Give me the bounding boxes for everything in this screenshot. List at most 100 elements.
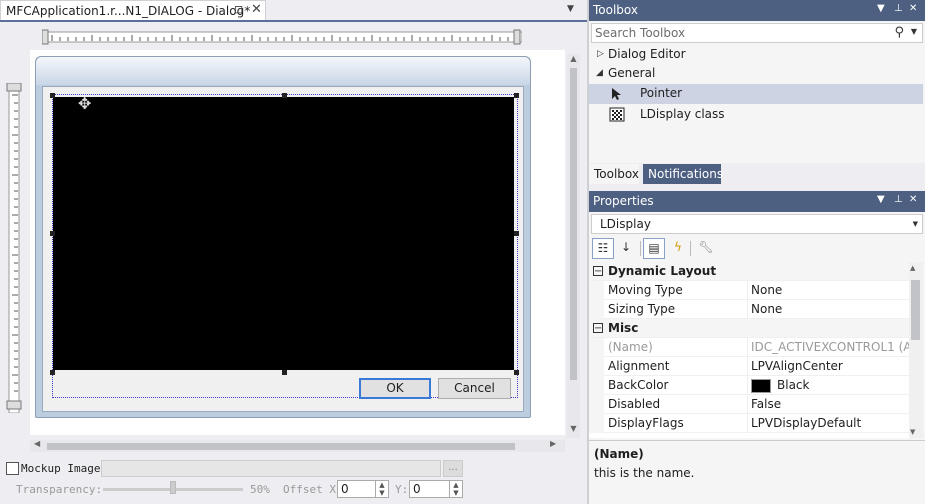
mockup-image-checkbox[interactable] (6, 462, 19, 475)
column-separator (747, 338, 748, 357)
ok-button[interactable]: OK (359, 378, 431, 399)
collapse-icon[interactable]: − (593, 323, 603, 334)
expand-arrow-icon[interactable]: ▷ (597, 49, 604, 59)
tab-toolbox[interactable]: Toolbox (589, 164, 639, 184)
offset-y-spinbox[interactable]: 0 ▲ ▼ (409, 480, 463, 498)
description-text: this is the name. (594, 466, 695, 480)
property-row-moving-type[interactable]: Moving Type None (589, 281, 909, 300)
property-value[interactable]: None (751, 283, 909, 297)
transparency-value: 50% (250, 483, 270, 496)
scroll-left-arrow-icon[interactable]: ◀ (34, 439, 40, 448)
resize-handle-n[interactable] (282, 93, 287, 98)
column-separator (747, 300, 748, 319)
offset-y-spin-icon[interactable]: ▲ ▼ (449, 481, 462, 497)
mockup-browse-button[interactable]: ... (443, 460, 463, 477)
properties-menu-icon[interactable]: ▼ (877, 194, 885, 205)
property-row-alignment[interactable]: Alignment LPVAlignCenter (589, 357, 909, 376)
dialog-titlebar (36, 57, 530, 85)
tab-notifications[interactable]: Notifications (643, 164, 723, 184)
transparency-label: Transparency: (16, 483, 103, 496)
property-value[interactable]: LPVDisplayDefault (751, 416, 909, 430)
collapse-arrow-icon[interactable]: ◢ (596, 68, 603, 78)
properties-page-icon[interactable]: ▤ (643, 238, 665, 259)
column-separator (747, 376, 748, 395)
offset-x-value: 0 (341, 482, 349, 496)
search-icon[interactable]: ⚲ (894, 25, 904, 40)
resize-handle-ne[interactable] (514, 93, 519, 98)
toolbox-pin-icon[interactable]: ⊥ (894, 3, 903, 14)
resize-handle-s[interactable] (282, 370, 287, 375)
properties-pin-icon[interactable]: ⊥ (894, 194, 903, 205)
toolbox-search-placeholder: Search Toolbox (595, 26, 686, 40)
pin-tab-icon[interactable]: ⊡ (234, 3, 243, 16)
panel-tab-strip (589, 164, 925, 185)
chevron-down-icon[interactable]: ▼ (913, 220, 918, 228)
mockup-image-path-input[interactable] (101, 460, 441, 477)
toolbox-title: Toolbox (593, 3, 638, 17)
property-value[interactable]: False (751, 397, 909, 411)
scroll-right-arrow-icon[interactable]: ▶ (550, 439, 556, 448)
property-value[interactable]: None (751, 302, 909, 316)
events-lightning-icon[interactable]: ϟ (667, 238, 689, 259)
category-label: Dynamic Layout (608, 264, 717, 278)
alphabetical-sort-icon[interactable]: ↓ (615, 238, 637, 259)
category-dynamic-layout[interactable]: − Dynamic Layout (589, 262, 909, 281)
resize-handle-e[interactable] (514, 231, 519, 236)
selected-object-name: LDisplay (600, 217, 651, 231)
property-row-disabled[interactable]: Disabled False (589, 395, 909, 414)
offset-x-spinbox[interactable]: 0 ▲ ▼ (337, 480, 389, 498)
toolbox-close-icon[interactable]: ✕ (909, 3, 917, 14)
category-misc[interactable]: − Misc (589, 319, 909, 338)
toolbox-menu-icon[interactable]: ▼ (877, 3, 885, 14)
scroll-down-arrow-icon[interactable]: ▼ (910, 428, 915, 436)
toolbox-search-input[interactable]: Search Toolbox ⚲ ▼ (591, 23, 923, 43)
properties-object-selector[interactable]: LDisplay ▼ (591, 214, 923, 234)
toolbox-item-pointer[interactable]: Pointer (589, 84, 923, 104)
offset-y-label: Y: (395, 483, 409, 496)
offset-x-spin-icon[interactable]: ▲ ▼ (375, 481, 388, 497)
offset-x-label: Offset X: (283, 483, 343, 496)
editor-horizontal-scroll-thumb[interactable] (47, 443, 515, 450)
scroll-down-arrow-icon[interactable]: ▼ (567, 424, 580, 433)
toolbox-item-label: Pointer (640, 86, 683, 100)
close-tab-icon[interactable]: ✕ (251, 2, 262, 17)
row-gutter (589, 357, 604, 376)
property-grid: − Dynamic Layout Moving Type None Sizing… (589, 262, 909, 438)
cancel-button[interactable]: Cancel (438, 378, 511, 399)
toolbox-item-ldisplay-class[interactable]: LDisplay class (589, 105, 923, 125)
property-row-backcolor[interactable]: BackColor Black (589, 376, 909, 395)
property-row-name[interactable]: (Name) IDC_ACTIVEXCONTROL1 (Act (589, 338, 909, 357)
document-tab[interactable]: MFCApplication1.r...N1_DIALOG - Dialog* … (0, 0, 266, 20)
property-name: DisplayFlags (608, 416, 684, 430)
editor-vertical-scroll-thumb[interactable] (570, 68, 577, 380)
property-value[interactable]: LPVAlignCenter (751, 359, 909, 373)
horizontal-ruler (42, 29, 522, 45)
property-row-displayflags[interactable]: DisplayFlags LPVDisplayDefault (589, 414, 909, 433)
resize-handle-sw[interactable] (50, 370, 55, 375)
property-grid-scroll-thumb[interactable] (911, 280, 920, 340)
row-gutter (589, 338, 604, 357)
resize-handle-w[interactable] (50, 231, 55, 236)
scroll-up-arrow-icon[interactable]: ▲ (910, 264, 915, 272)
toolbox-group-general[interactable]: ◢ General (589, 64, 923, 84)
group-label: Dialog Editor (608, 47, 686, 61)
property-value[interactable]: Black (777, 378, 909, 392)
row-gutter (589, 376, 604, 395)
document-list-dropdown-icon[interactable]: ▼ (567, 4, 574, 14)
offset-y-value: 0 (413, 482, 421, 496)
resize-handle-se[interactable] (514, 370, 519, 375)
property-value: IDC_ACTIVEXCONTROL1 (Act (751, 340, 909, 354)
resize-handle-nw[interactable] (50, 93, 55, 98)
scroll-up-arrow-icon[interactable]: ▲ (567, 54, 580, 63)
color-swatch (751, 379, 771, 393)
ldisplay-activex-control[interactable] (53, 97, 514, 370)
categorized-view-icon[interactable]: ☷ (592, 238, 614, 259)
toolbox-group-dialog-editor[interactable]: ▷ Dialog Editor (589, 45, 923, 65)
search-options-dropdown-icon[interactable]: ▼ (911, 27, 917, 36)
collapse-icon[interactable]: − (593, 266, 603, 277)
property-row-sizing-type[interactable]: Sizing Type None (589, 300, 909, 319)
toolbox-item-label: LDisplay class (640, 107, 725, 121)
properties-close-icon[interactable]: ✕ (909, 194, 917, 205)
property-pages-wrench-icon[interactable]: 🔧︎ (695, 238, 717, 259)
transparency-slider-thumb[interactable] (170, 481, 176, 494)
